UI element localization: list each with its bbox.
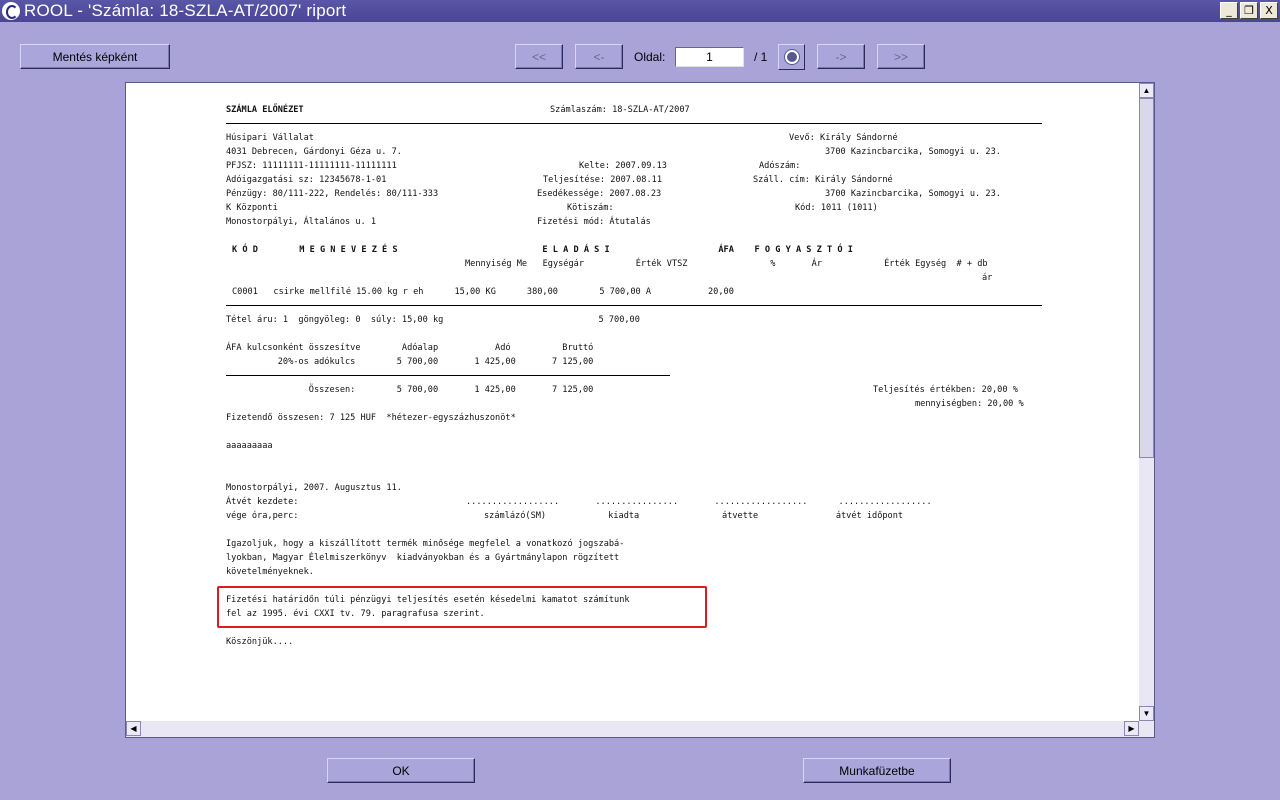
handover-start: Átvét kezdete: (226, 497, 299, 507)
report-viewer[interactable]: SZÁMLA ELŐNÉZET Számlaszám: 18-SZLA-AT/2… (125, 82, 1155, 738)
contract-number: Kötiszám: (567, 203, 614, 213)
refresh-icon (784, 50, 799, 64)
signature-lines: .................. ................ ....… (466, 497, 932, 507)
items-summary: Tétel áru: 1 göngyöleg: 0 súly: 15,00 kg… (226, 315, 640, 325)
note-text: aaaaaaaaa (226, 441, 273, 451)
seller-site: K Központi (226, 203, 278, 213)
app-icon (2, 2, 20, 20)
due-date: Esedékessége: 2007.08.23 (537, 189, 662, 199)
buyer-name: Vevő: Király Sándorné (789, 133, 898, 143)
last-page-button[interactable]: >> (877, 44, 925, 69)
save-as-image-button[interactable]: Mentés képként (20, 44, 170, 69)
buyer-tax: Adószám: (759, 161, 801, 171)
vat-header: ÁFA kulcsonként összesítve Adóalap Adó B… (226, 343, 594, 353)
seller-address: 4031 Debrecen, Gárdonyi Géza u. 7. (226, 147, 402, 157)
vertical-scrollbar[interactable]: ▲ ▼ (1139, 83, 1154, 721)
certification-line-1: Igazoljuk, hogy a kiszállított termék mi… (226, 539, 625, 549)
close-button[interactable]: X (1260, 2, 1278, 19)
report-heading: SZÁMLA ELŐNÉZET (226, 105, 304, 115)
buyer-code: Kód: 1011 (1011) (795, 203, 878, 213)
fulfilment-date: Teljesítése: 2007.08.11 (543, 175, 662, 185)
shipping-name: Száll. cím: Király Sándorné (753, 175, 893, 185)
seller-tax: Adóigazgatási sz: 12345678-1-01 (226, 175, 387, 185)
performance-value: Teljesítés értékben: 20,00 % (873, 385, 1018, 395)
seller-name: Húsipari Vállalat (226, 133, 314, 143)
amount-payable: Fizetendő összesen: 7 125 HUF *hétezer-e… (226, 413, 516, 423)
title-bar: ROOL - 'Számla: 18-SZLA-AT/2007' riport … (0, 0, 1280, 22)
scroll-down-icon[interactable]: ▼ (1139, 706, 1154, 721)
seller-phone: Pénzügy: 80/111-222, Rendelés: 80/111-33… (226, 189, 439, 199)
scroll-left-icon[interactable]: ◀ (126, 721, 141, 736)
late-payment-line-1: Fizetési határidőn túli pénzügyi teljesí… (226, 595, 630, 605)
page-label: Oldal: (634, 50, 666, 64)
vertical-scroll-thumb[interactable] (1139, 98, 1154, 458)
certification-line-2: lyokban, Magyar Élelmiszerkönyv kiadvány… (226, 553, 620, 563)
table-row: C0001 csirke mellfilé 15.00 kg r eh 15,0… (232, 287, 734, 297)
buyer-address: 3700 Kazincbarcika, Somogyi u. 23. (825, 147, 1001, 157)
report-page: SZÁMLA ELŐNÉZET Számlaszám: 18-SZLA-AT/2… (127, 84, 1139, 720)
table-header-3: ár (982, 273, 993, 283)
prev-page-button[interactable]: <- (575, 44, 623, 69)
handover-end: vége óra,perc: (226, 511, 299, 521)
refresh-button[interactable] (778, 44, 805, 70)
horizontal-scrollbar[interactable]: ◀ ▶ (126, 721, 1154, 737)
seller-bank: PFJSZ: 11111111-11111111-11111111 (226, 161, 397, 171)
export-to-workbook-button[interactable]: Munkafüzetbe (803, 758, 951, 783)
issue-date: Kelte: 2007.09.13 (579, 161, 667, 171)
window-title: ROOL - 'Számla: 18-SZLA-AT/2007' riport (24, 1, 347, 20)
scroll-up-icon[interactable]: ▲ (1139, 83, 1154, 98)
table-header-1: K Ó D M E G N E V E Z É S E L A D Á S I … (232, 245, 853, 255)
invoice-number: Számlaszám: 18-SZLA-AT/2007 (550, 105, 690, 115)
divider (226, 375, 670, 376)
signature-labels: számlázó(SM) kiadta átvette átvét időpon… (484, 511, 904, 521)
divider (226, 123, 1042, 124)
page-total: / 1 (754, 50, 768, 64)
minimize-button[interactable]: _ (1220, 2, 1238, 19)
vat-row: 20%-os adókulcs 5 700,00 1 425,00 7 125,… (226, 357, 594, 367)
performance-quantity: mennyiségben: 20,00 % (915, 399, 1024, 409)
first-page-button[interactable]: << (515, 44, 563, 69)
restore-button[interactable]: ❐ (1240, 2, 1258, 19)
table-header-2: Mennyiség Me Egységár Érték VTSZ % Ár Ér… (465, 259, 988, 269)
certification-line-3: követelményeknek. (226, 567, 314, 577)
thanks-text: Köszönjük.... (226, 637, 294, 647)
highlight-box (217, 586, 707, 628)
shipping-address: 3700 Kazincbarcika, Somogyi u. 23. (825, 189, 1001, 199)
vat-total: Összesen: 5 700,00 1 425,00 7 125,00 (226, 385, 594, 395)
next-page-button[interactable]: -> (817, 44, 865, 69)
payment-method: Fizetési mód: Átutalás (537, 217, 651, 227)
page-number-input[interactable] (675, 47, 744, 67)
place-date: Monostorpályi, 2007. Augusztus 11. (226, 483, 402, 493)
scroll-right-icon[interactable]: ▶ (1124, 721, 1139, 736)
seller-site-address: Monostorpályi, Általános u. 1 (226, 217, 377, 227)
late-payment-line-2: fel az 1995. évi CXXI tv. 79. paragrafus… (226, 609, 485, 619)
divider (226, 305, 1042, 306)
ok-button[interactable]: OK (327, 758, 475, 783)
